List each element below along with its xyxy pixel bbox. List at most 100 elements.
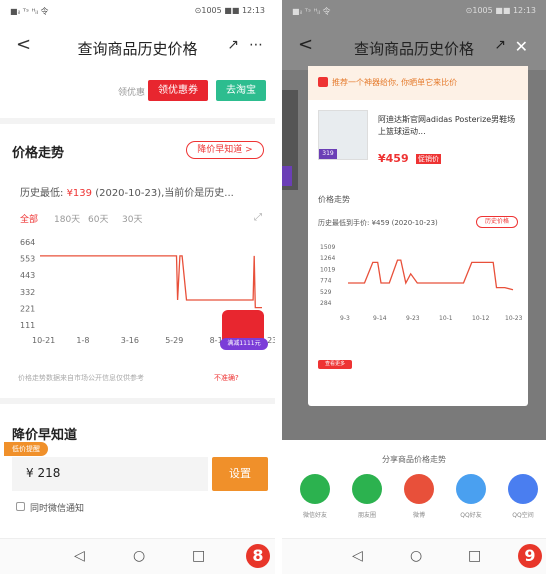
price-line [348, 259, 514, 291]
divider [0, 118, 275, 124]
go-taobao-button[interactable]: 去淘宝 [216, 80, 266, 101]
share-icon-4[interactable] [508, 474, 538, 504]
y-tick-label: 664 [20, 238, 35, 247]
recents-nav-icon[interactable]: □ [192, 548, 205, 564]
wechat-notify-checkbox[interactable] [16, 502, 25, 511]
tab-0[interactable]: 全部 [20, 212, 38, 225]
status-left: ■ᵢₗ ᵀˢ ᴴᵢₗ 令 [292, 7, 331, 16]
share-label-2: 微博 [412, 512, 425, 519]
dim-bg [282, 166, 292, 186]
back-nav-icon[interactable]: ◁ [74, 548, 85, 564]
section-price-alert: 降价早知道 [12, 428, 78, 443]
y-tick-label: 774 [320, 278, 332, 285]
price-input-value: ¥ 218 [26, 466, 61, 480]
product-price: ¥459 [378, 152, 409, 165]
section-price-trend: 价格走势 [12, 146, 65, 161]
history-low-value: ¥139 [66, 188, 93, 199]
nav-bar: ◁ ○ □ [0, 538, 275, 574]
x-tick-label: 3-16 [121, 336, 139, 345]
page-title: 查询商品历史价格 [353, 40, 474, 58]
tab-1[interactable]: 180天 [54, 212, 80, 225]
product-image: 319 [318, 110, 368, 160]
expand-icon[interactable]: ⤢ [254, 212, 262, 223]
share-label-0: 微信好友 [302, 512, 327, 519]
footer-note: 价格走势数据来自市场公开信息仅供参考 [18, 374, 144, 382]
nav-bar: ◁ ○ □ [282, 538, 546, 574]
share-icon[interactable]: ↗ [494, 37, 506, 53]
logo-icon [318, 77, 328, 87]
share-label-1: 朋友圈 [357, 512, 376, 519]
share-title: 分享商品价格走势 [382, 455, 446, 464]
step-badge: 8 [246, 544, 270, 568]
share-icon-1[interactable] [352, 474, 382, 504]
right-screen: ■ᵢₗ ᵀˢ ᴴᵢₗ 令 ⊙1005 ■■ 12:13 < 查询商品历史价格 ↗… [282, 0, 546, 574]
footer-link[interactable]: 不准确? [214, 373, 239, 383]
promo-tag: 促销价 [416, 154, 441, 164]
card-banner: 推荐一个神器给你, 你晒单它来比价 [308, 66, 528, 100]
card-history-line: 历史最低到手价: ¥459 (2020-10-23) [318, 219, 438, 227]
share-label-3: QQ好友 [460, 512, 482, 519]
app-header: < 查询商品历史价格 ↗ ✕ [282, 22, 546, 68]
y-tick-label: 443 [20, 271, 35, 280]
price-input[interactable]: ¥ 218 [12, 457, 208, 491]
get-coupon-button[interactable]: 领优惠券 [148, 80, 208, 101]
tab-2[interactable]: 60天 [88, 212, 108, 225]
history-tail: (2020-10-23),当前价是历史... [92, 188, 234, 199]
card-price-chart: 1509 1264 1019 774 529 284 9-3 9-14 9-23 10-1 10-1… [320, 244, 523, 322]
x-tick-label: 1-8 [76, 336, 89, 345]
card-section-title: 价格走势 [318, 195, 350, 204]
recents-nav-icon[interactable]: □ [468, 548, 481, 564]
history-button[interactable]: 历史价格 [476, 216, 518, 228]
share-label-4: QQ空间 [512, 512, 534, 519]
divider [0, 398, 275, 404]
home-nav-icon[interactable]: ○ [133, 548, 145, 564]
x-tick-label: 9-3 [340, 315, 350, 322]
x-tick-label: 9-23 [406, 315, 420, 322]
red-tag: 查看更多 [318, 360, 352, 369]
share-icon[interactable]: ↗ [227, 37, 239, 53]
coupon-hint: 领优惠 [118, 88, 146, 98]
x-tick-label: 9-14 [373, 315, 387, 322]
y-tick-label: 1509 [320, 244, 335, 251]
y-tick-label: 1019 [320, 266, 335, 273]
y-tick-label: 111 [20, 321, 35, 330]
history-label: 历史最低: [20, 188, 67, 199]
y-tick-label: 1264 [320, 255, 335, 262]
y-tick-label: 221 [20, 304, 35, 313]
app-header: < 查询商品历史价格 ↗ ⋯ [0, 22, 275, 68]
share-icon-2[interactable] [404, 474, 434, 504]
image-tag: 319 [319, 149, 337, 159]
share-card: 推荐一个神器给你, 你晒单它来比价 319 阿迪达斯官网adidas Poste… [308, 66, 528, 406]
step-badge: 9 [518, 544, 542, 568]
close-icon[interactable]: ✕ [515, 37, 528, 56]
x-tick-label: 5-29 [165, 336, 183, 345]
alert-tag: 低价提醒 [4, 442, 48, 456]
x-tick-label: 10-1 [439, 315, 453, 322]
tab-3[interactable]: 30天 [122, 212, 142, 225]
price-line [40, 255, 262, 309]
status-left: ■ᵢₗ ᵀˢ ᴴᵢₗ 令 [10, 7, 49, 16]
status-right: ⊙1005 ■■ 12:13 [194, 6, 265, 15]
product-title: 阿迪达斯官网adidas Posterize男鞋场上篮球运动... [378, 115, 516, 136]
share-icon-0[interactable] [300, 474, 330, 504]
status-right: ⊙1005 ■■ 12:13 [465, 6, 536, 15]
y-tick-label: 284 [320, 300, 332, 307]
x-tick-label: 10-12 [472, 315, 490, 322]
more-icon[interactable]: ⋯ [249, 37, 263, 53]
x-tick-label: 10-23 [505, 315, 523, 322]
status-bar: ■ᵢₗ ᵀˢ ᴴᵢₗ 令 ⊙1005 ■■ 12:13 [0, 0, 275, 22]
banner-text: 推荐一个神器给你, 你晒单它来比价 [332, 78, 458, 87]
left-screen: ■ᵢₗ ᵀˢ ᴴᵢₗ 令 ⊙1005 ■■ 12:13 < 查询商品历史价格 ↗… [0, 0, 275, 574]
y-tick-label: 553 [20, 255, 35, 264]
share-sheet: 分享商品价格走势 微信好友 朋友圈 微博 QQ好友 QQ空间 [282, 440, 546, 538]
sale-badge: 满减1111元 [220, 338, 268, 350]
price-alert-pill[interactable]: 降价早知道 > [186, 141, 264, 159]
share-icon-3[interactable] [456, 474, 486, 504]
history-low-text: 历史最低: ¥139 (2020-10-23),当前价是历史... [20, 184, 234, 199]
home-nav-icon[interactable]: ○ [410, 548, 422, 564]
y-tick-label: 332 [20, 288, 35, 297]
back-nav-icon[interactable]: ◁ [352, 548, 363, 564]
set-alert-button[interactable]: 设置 [212, 457, 268, 491]
checkbox-label: 同时微信通知 [30, 504, 85, 514]
x-tick-label: 10-21 [32, 336, 55, 345]
